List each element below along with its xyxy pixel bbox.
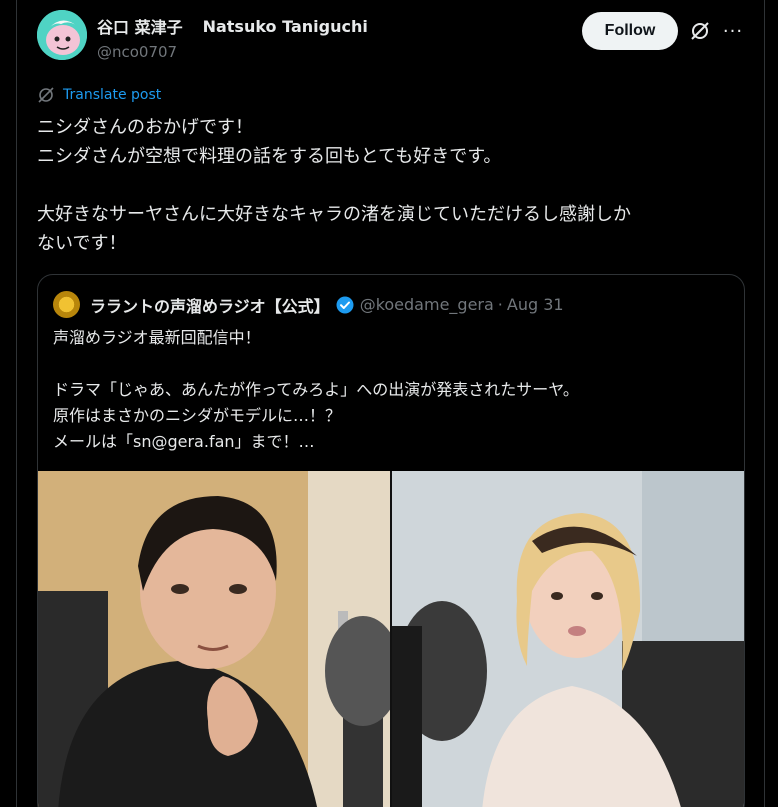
quoted-post-card[interactable]: ララントの声溜めラジオ【公式】 @koedame_gera · Aug 31 声… (37, 274, 745, 807)
author-handle[interactable]: @nco0707 (97, 43, 368, 61)
author-avatar[interactable] (37, 10, 87, 60)
translate-label[interactable]: Translate post (63, 87, 161, 103)
author-display-name-en[interactable]: Natsuko Taniguchi (203, 17, 368, 36)
media-image-right (392, 471, 744, 807)
more-options-icon[interactable]: ··· (722, 20, 744, 42)
grok-icon[interactable] (689, 20, 711, 42)
quoted-post-date: Aug 31 (506, 295, 564, 314)
quoted-post-text: 声溜めラジオ最新回配信中！ ドラマ「じゃあ、あんたが作ってみろよ」への出演が発表… (53, 328, 579, 451)
quoted-author-avatar (53, 291, 80, 318)
quoted-post-header: ララントの声溜めラジオ【公式】 @koedame_gera · Aug 31 (53, 291, 564, 318)
translate-post-link[interactable]: Translate post (37, 86, 161, 104)
translate-icon (38, 87, 54, 103)
post-text: ニシダさんのおかげです！ ニシダさんが空想で料理の話をする回もとても好きです。 … (37, 117, 631, 254)
author-display-name[interactable]: 谷口 菜津子 (97, 14, 183, 38)
quoted-author-handle: @koedame_gera (359, 295, 494, 314)
meta-separator: · (497, 295, 503, 314)
verified-badge-icon (336, 296, 354, 314)
quoted-author-name: ララントの声溜めラジオ【公式】 (90, 296, 330, 316)
quoted-post-media[interactable] (38, 471, 744, 807)
author-info: 谷口 菜津子 Natsuko Taniguchi @nco0707 (97, 14, 368, 62)
media-image-left (38, 471, 390, 807)
follow-button[interactable]: Follow (582, 12, 678, 50)
